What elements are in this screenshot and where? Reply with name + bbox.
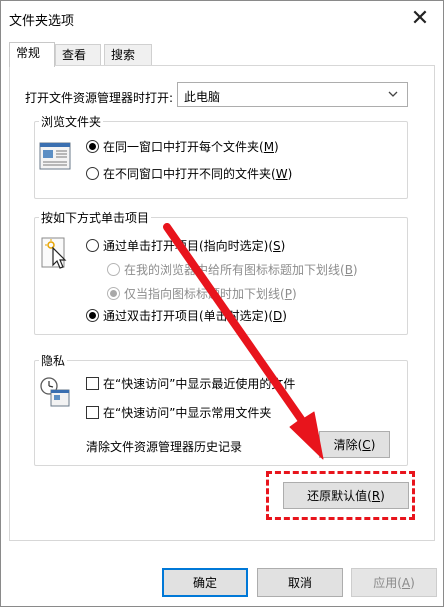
window-title: 文件夹选项 (9, 14, 75, 29)
pointer-click-icon (41, 237, 67, 269)
cancel-button[interactable]: 取消 (257, 568, 343, 597)
show-frequent-folders-label: 在“快速访问”中显示常用文件夹 (103, 406, 272, 420)
browse-folders-group: 浏览文件夹 (34, 113, 408, 199)
title-bar: 文件夹选项 ✕ (1, 1, 443, 35)
underline-all-label: 在我的浏览器中给所有图标标题加下划线(B) (124, 263, 358, 277)
checkbox-unchecked[interactable] (86, 377, 99, 390)
folder-options-dialog: 文件夹选项 ✕ 常规 查看 搜索 打开文件资源管理器时打开: 此电脑 浏览文件夹… (0, 0, 444, 607)
tab-search[interactable]: 搜索 (104, 44, 152, 66)
single-click-option[interactable]: 通过单击打开项目(指向时选定)(S) (86, 237, 285, 254)
double-click-label: 通过双击打开项目(单击时选定)(D) (103, 309, 287, 323)
window-layout-icon (39, 142, 71, 170)
underline-point-option: 仅当指向图标标题时加下划线(P) (107, 285, 297, 302)
ok-button[interactable]: 确定 (162, 568, 248, 597)
clear-history-label: 清除文件资源管理器历史记录 (86, 440, 243, 454)
double-click-option[interactable]: 通过双击打开项目(单击时选定)(D) (86, 307, 287, 324)
underline-point-label: 仅当指向图标标题时加下划线(P) (124, 287, 297, 301)
apply-button[interactable]: 应用(A) (351, 568, 437, 597)
radio-checked[interactable] (86, 140, 99, 153)
open-explorer-value: 此电脑 (184, 90, 221, 104)
radio-unchecked[interactable] (86, 239, 99, 252)
open-new-window-label: 在不同窗口中打开不同的文件夹(W) (103, 167, 293, 181)
browse-folders-title: 浏览文件夹 (39, 113, 104, 130)
open-same-window-label: 在同一窗口中打开每个文件夹(M) (103, 140, 279, 154)
show-recent-files-label: 在“快速访问”中显示最近使用的文件 (103, 377, 296, 391)
open-same-window-option[interactable]: 在同一窗口中打开每个文件夹(M) (86, 138, 279, 155)
open-explorer-select[interactable]: 此电脑 (177, 82, 408, 107)
tab-general[interactable]: 常规 (9, 42, 55, 67)
click-items-title: 按如下方式单击项目 (39, 209, 152, 226)
radio-unchecked[interactable] (86, 167, 99, 180)
apply-button-label: 应用(A) (373, 576, 415, 590)
chevron-down-icon (388, 91, 398, 97)
show-frequent-folders-option[interactable]: 在“快速访问”中显示常用文件夹 (86, 404, 271, 421)
radio-disabled-checked (107, 287, 120, 300)
radio-checked[interactable] (86, 309, 99, 322)
tab-view[interactable]: 查看 (55, 44, 101, 66)
clear-button-label: 清除(C) (333, 438, 376, 452)
close-button[interactable]: ✕ (397, 1, 443, 35)
open-new-window-option[interactable]: 在不同窗口中打开不同的文件夹(W) (86, 165, 292, 182)
privacy-clock-icon (40, 377, 70, 407)
single-click-label: 通过单击打开项目(指向时选定)(S) (103, 239, 286, 253)
underline-all-option: 在我的浏览器中给所有图标标题加下划线(B) (107, 261, 358, 278)
clear-history-button[interactable]: 清除(C) (319, 431, 390, 458)
show-recent-files-option[interactable]: 在“快速访问”中显示最近使用的文件 (86, 375, 295, 392)
open-explorer-label: 打开文件资源管理器时打开: (25, 91, 174, 105)
close-icon: ✕ (410, 5, 430, 31)
checkbox-unchecked[interactable] (86, 406, 99, 419)
privacy-title: 隐私 (39, 352, 68, 369)
annotation-highlight-box (266, 471, 415, 520)
radio-disabled (107, 263, 120, 276)
